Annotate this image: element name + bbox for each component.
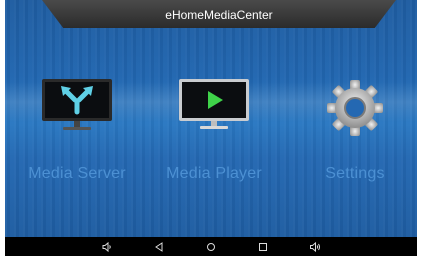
media-server-icon	[41, 78, 113, 139]
settings-label: Settings	[325, 165, 385, 182]
navigation-bar	[5, 237, 417, 256]
gear-icon	[325, 78, 385, 143]
home-icon[interactable]	[205, 241, 217, 253]
media-player-label: Media Player	[166, 165, 262, 182]
media-player-icon	[178, 78, 250, 139]
media-server-label: Media Server	[28, 165, 126, 182]
back-icon[interactable]	[153, 241, 165, 253]
app-title: eHomeMediaCenter	[165, 8, 273, 22]
home-screen: eHomeMediaCenter Media Server Media Play…	[5, 0, 417, 256]
volume-down-icon[interactable]	[101, 241, 113, 253]
media-player-button[interactable]: Media Player	[144, 78, 284, 188]
volume-up-icon[interactable]	[309, 241, 321, 253]
recents-icon[interactable]	[257, 241, 269, 253]
settings-button[interactable]: Settings	[285, 78, 417, 188]
media-server-button[interactable]: Media Server	[7, 78, 147, 188]
title-bar: eHomeMediaCenter	[42, 0, 396, 28]
